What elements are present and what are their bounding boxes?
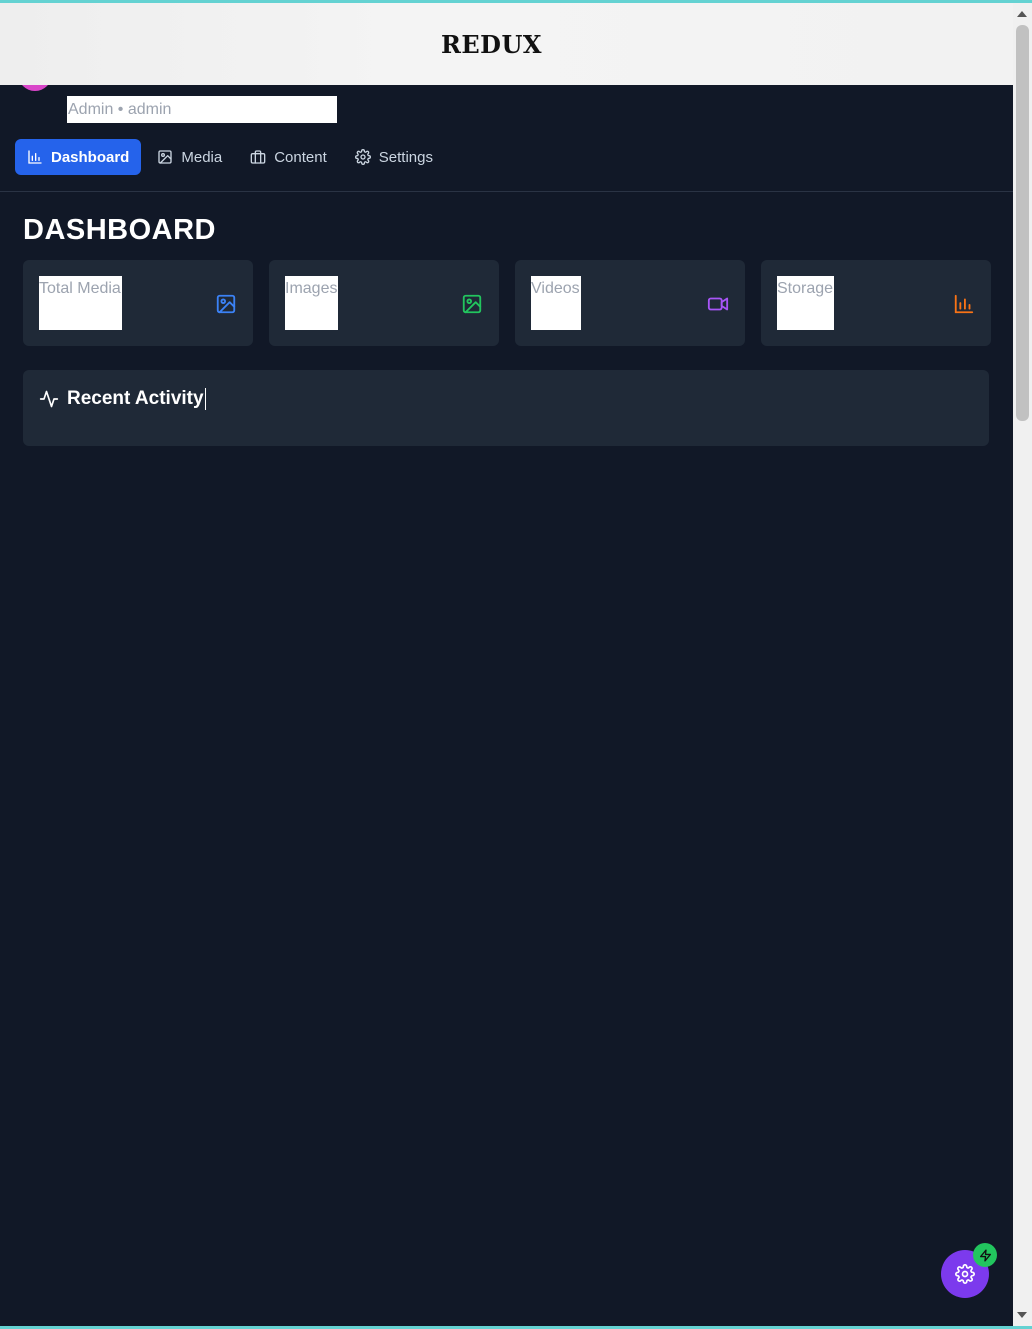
viewport: REDUX Admin • admin Dashboard Media Cont… xyxy=(0,3,1013,1326)
nav-item-media[interactable]: Media xyxy=(145,139,234,175)
stat-label: Videos xyxy=(531,276,581,330)
activity-icon xyxy=(39,390,59,408)
stat-label: Total Media xyxy=(39,276,122,330)
stat-card-images: Images xyxy=(269,260,499,346)
stat-card-videos: Videos xyxy=(515,260,745,346)
nav-item-content[interactable]: Content xyxy=(238,139,339,175)
lightning-icon xyxy=(979,1248,991,1262)
scroll-up-arrow-icon[interactable] xyxy=(1017,11,1027,17)
stat-label: Storage xyxy=(777,276,835,330)
top-banner: REDUX xyxy=(0,3,1013,85)
vertical-scrollbar[interactable] xyxy=(1013,3,1032,1326)
image-icon xyxy=(158,150,173,164)
nav-item-label: Settings xyxy=(378,148,433,166)
lightning-badge xyxy=(973,1243,997,1267)
video-icon xyxy=(707,297,729,311)
stat-cards: Total Media Images Videos Storage xyxy=(23,260,991,346)
bar-chart-icon xyxy=(28,150,42,164)
main-nav: Dashboard Media Content Settings xyxy=(15,139,449,175)
scroll-thumb[interactable] xyxy=(1016,25,1029,421)
gear-icon xyxy=(955,1264,975,1284)
recent-activity-title: Recent Activity xyxy=(67,388,206,410)
app-window: REDUX Admin • admin Dashboard Media Cont… xyxy=(0,3,1032,1326)
user-line: Admin • admin xyxy=(67,96,337,123)
stat-card-storage: Storage xyxy=(761,260,991,346)
nav-item-label: Content xyxy=(274,148,327,166)
stat-card-total-media: Total Media xyxy=(23,260,253,346)
page-title: DASHBOARD xyxy=(23,214,216,246)
recent-activity-panel: Recent Activity xyxy=(23,370,989,446)
stat-label: Images xyxy=(285,276,339,330)
scroll-down-arrow-icon[interactable] xyxy=(1017,1312,1027,1318)
nav-item-label: Media xyxy=(181,148,223,166)
nav-item-label: Dashboard xyxy=(51,148,130,166)
banner-title: REDUX xyxy=(440,29,543,59)
recent-activity-header: Recent Activity xyxy=(39,388,206,410)
nav-divider xyxy=(0,191,1013,192)
image-icon xyxy=(462,294,482,314)
nav-item-dashboard[interactable]: Dashboard xyxy=(15,139,142,175)
bar-chart-icon xyxy=(954,294,974,314)
briefcase-icon xyxy=(250,150,266,164)
image-icon xyxy=(216,294,236,314)
nav-item-settings[interactable]: Settings xyxy=(343,139,445,175)
gear-icon xyxy=(354,149,371,165)
